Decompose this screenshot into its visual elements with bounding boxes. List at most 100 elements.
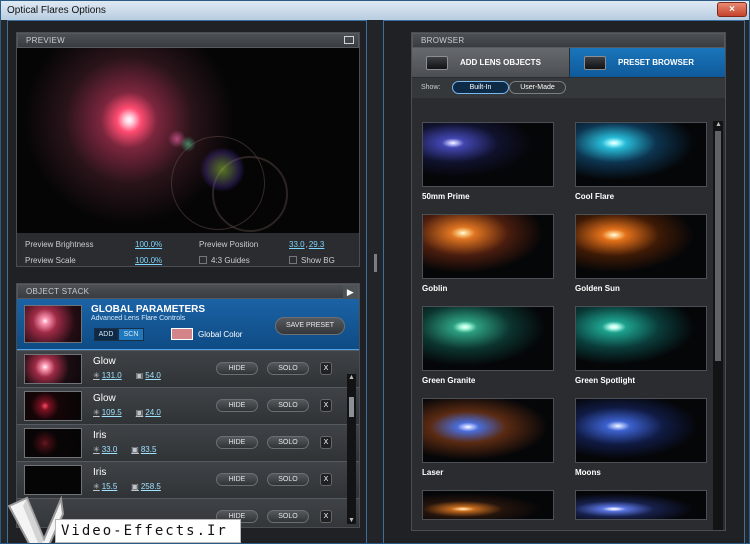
preset-item[interactable]: Goblin [422, 214, 554, 293]
tab-preset-browser[interactable]: PRESET BROWSER [570, 48, 725, 77]
preset-name: Laser [422, 468, 444, 477]
scroll-up-icon[interactable]: ▲ [348, 374, 355, 381]
stack-row[interactable]: Glow ✳ 109.5 ▣ 24.0 HIDE SOLO X [17, 387, 359, 424]
preview-position-x[interactable]: 33.0 [289, 237, 305, 253]
object-value-1[interactable]: 15.5 [102, 482, 118, 491]
square-icon: ▣ [135, 371, 144, 380]
object-value-2[interactable]: 83.5 [141, 445, 157, 454]
object-name: Iris [93, 430, 107, 441]
preview-panel: PREVIEW Preview Brightness 100.0% Previe… [16, 32, 360, 267]
checkbox-icon [199, 256, 207, 264]
preview-scale-value[interactable]: 100.0% [135, 253, 199, 269]
global-parameters-row[interactable]: GLOBAL PARAMETERS Advanced Lens Flare Co… [17, 299, 359, 350]
scroll-up-icon[interactable]: ▲ [715, 121, 722, 128]
tab-add-lens-objects[interactable]: ADD LENS OBJECTS [412, 48, 569, 77]
scroll-down-icon[interactable]: ▼ [348, 517, 355, 524]
preview-brightness-value[interactable]: 100.0% [135, 237, 199, 253]
delete-button[interactable]: X [320, 436, 332, 449]
stack-row[interactable]: Iris ✳ 15.5 ▣ 258.5 HIDE SOLO X [17, 461, 359, 498]
save-preset-button[interactable]: SAVE PRESET [275, 317, 345, 335]
iris-thumb [24, 465, 82, 495]
pane-divider[interactable] [367, 20, 383, 543]
object-value-1[interactable]: 33.0 [102, 445, 118, 454]
object-value-1[interactable]: 109.5 [102, 408, 122, 417]
main-area: PREVIEW Preview Brightness 100.0% Previe… [1, 20, 749, 543]
delete-button[interactable]: X [320, 473, 332, 486]
preset-item[interactable]: Golden Sun [575, 214, 707, 293]
lens-objects-icon [426, 56, 448, 70]
solo-button[interactable]: SOLO [267, 436, 309, 449]
preset-item[interactable]: Laser [422, 398, 554, 477]
object-values: ✳ 33.0 ▣ 83.5 [93, 445, 156, 454]
preview-header: PREVIEW [17, 33, 359, 48]
preset-thumbnail [422, 398, 554, 463]
global-subtitle: Advanced Lens Flare Controls [91, 315, 186, 322]
square-icon: ▣ [135, 408, 144, 417]
preset-name: 50mm Prime [422, 192, 470, 201]
pane-splitter-handle[interactable] [374, 254, 377, 272]
object-stack-scrollbar[interactable]: ▲ ▼ [347, 374, 356, 524]
preview-title: PREVIEW [26, 36, 65, 45]
show-filter-row: Show: Built-In User-Made [412, 78, 725, 98]
preview-position-y[interactable]: 29.3 [309, 237, 325, 253]
preset-thumbnail [422, 306, 554, 371]
solo-button[interactable]: SOLO [267, 473, 309, 486]
iris-thumb [24, 428, 82, 458]
preset-item[interactable]: Cool Flare [575, 122, 707, 201]
preset-item[interactable]: 50mm Prime [422, 122, 554, 201]
show-label: Show: [421, 84, 441, 91]
optical-flares-window: Optical Flares Options × PREVIEW Preview… [0, 0, 750, 544]
object-values: ✳ 131.0 ▣ 54.0 [93, 371, 161, 380]
hide-button[interactable]: HIDE [216, 473, 258, 486]
preset-thumbnail [575, 398, 707, 463]
object-value-2[interactable]: 24.0 [145, 408, 161, 417]
preset-item[interactable] [575, 490, 707, 520]
guides-checkbox[interactable]: 4:3 Guides [199, 253, 289, 269]
solo-button[interactable]: SOLO [267, 399, 309, 412]
add-button[interactable]: ADD [94, 328, 118, 341]
object-value-1[interactable]: 131.0 [102, 371, 122, 380]
show-bg-checkbox[interactable]: Show BG [289, 253, 335, 269]
preset-item[interactable]: Green Spotlight [575, 306, 707, 385]
stack-row[interactable]: Iris ✳ 33.0 ▣ 83.5 HIDE SOLO X [17, 424, 359, 461]
delete-button[interactable]: X [320, 399, 332, 412]
preset-thumbnail [575, 214, 707, 279]
global-color-swatch[interactable] [171, 328, 193, 340]
global-thumb [24, 305, 82, 343]
solo-button[interactable]: SOLO [267, 510, 309, 523]
delete-button[interactable]: X [320, 362, 332, 375]
scn-button[interactable]: SCN [118, 328, 144, 341]
close-button[interactable]: × [717, 2, 747, 17]
preset-item[interactable]: Green Granite [422, 306, 554, 385]
flare-ring [200, 147, 245, 192]
add-lens-objects-label: ADD LENS OBJECTS [460, 58, 541, 67]
preset-name: Golden Sun [575, 284, 620, 293]
object-value-2[interactable]: 258.5 [141, 482, 161, 491]
delete-button[interactable]: X [320, 510, 332, 523]
browser-scrollbar[interactable]: ▲ ▼ [713, 121, 723, 530]
show-bg-label: Show BG [301, 256, 335, 265]
preset-browser-label: PRESET BROWSER [618, 58, 695, 67]
glow-thumb [24, 354, 82, 384]
hide-button[interactable]: HIDE [216, 399, 258, 412]
object-value-2[interactable]: 54.0 [145, 371, 161, 380]
object-name: Glow [93, 356, 116, 367]
preview-window-icon[interactable] [344, 36, 354, 44]
scroll-thumb[interactable] [715, 131, 721, 361]
scroll-thumb[interactable] [349, 397, 354, 417]
flare-preview[interactable] [17, 48, 359, 233]
preview-scale-label: Preview Scale [25, 256, 76, 265]
solo-button[interactable]: SOLO [267, 362, 309, 375]
preset-item[interactable]: Moons [575, 398, 707, 477]
expand-arrow-icon[interactable]: ▶ [343, 285, 358, 300]
hide-button[interactable]: HIDE [216, 436, 258, 449]
hide-button[interactable]: HIDE [216, 362, 258, 375]
watermark-text: Video-Effects.Ir [55, 519, 241, 543]
preset-item[interactable] [422, 490, 554, 520]
user-made-filter[interactable]: User-Made [509, 81, 566, 94]
stack-row[interactable]: Glow ✳ 131.0 ▣ 54.0 HIDE SOLO X [17, 350, 359, 387]
watermark: Video-Effects.Ir [7, 494, 241, 543]
built-in-filter[interactable]: Built-In [452, 81, 509, 94]
right-pane: BROWSER ADD LENS OBJECTS PRESET BROWSER … [383, 20, 745, 543]
global-color-label: Global Color [198, 330, 243, 339]
